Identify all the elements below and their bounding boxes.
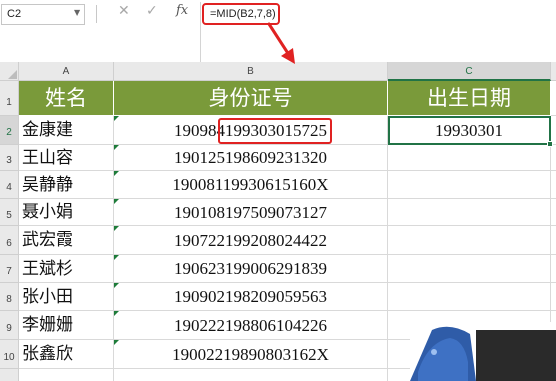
fill-handle[interactable] bbox=[547, 141, 553, 147]
cell-name[interactable]: 王斌杉 bbox=[19, 255, 114, 283]
error-indicator bbox=[114, 145, 119, 150]
cell-id[interactable]: 190722199208024422 bbox=[114, 226, 388, 255]
cell-birth[interactable] bbox=[388, 145, 551, 171]
cell-id-text: 190108197509073127 bbox=[174, 203, 327, 222]
cell-id[interactable]: 190125198609231320 bbox=[114, 145, 388, 171]
column-header-d[interactable] bbox=[551, 62, 556, 81]
row-header-4[interactable]: 4 bbox=[0, 171, 19, 199]
cell-id[interactable]: 19008119930615160X bbox=[114, 171, 388, 199]
function-icon[interactable]: fx bbox=[176, 3, 188, 18]
row-header-11[interactable] bbox=[0, 369, 19, 381]
row-header-9[interactable]: 9 bbox=[0, 311, 19, 340]
cell-id[interactable]: 190222198806104226 bbox=[114, 311, 388, 340]
highlight-box bbox=[218, 118, 332, 144]
row-header-1[interactable]: 1 bbox=[0, 81, 19, 116]
error-indicator bbox=[114, 255, 119, 260]
header-cell-id[interactable]: 身份证号 bbox=[114, 81, 388, 116]
header-cell-name[interactable]: 姓名 bbox=[19, 81, 114, 116]
cell-d1[interactable] bbox=[551, 81, 556, 116]
enter-icon[interactable]: ✓ bbox=[146, 3, 158, 19]
cell-birth[interactable] bbox=[388, 226, 551, 255]
cell-id-text: 19002219890803162X bbox=[172, 345, 329, 364]
cell-id[interactable]: 19002219890803162X bbox=[114, 340, 388, 369]
cell-a11[interactable] bbox=[19, 369, 114, 381]
arrow-icon bbox=[267, 22, 295, 64]
active-cell-border bbox=[388, 116, 551, 145]
cell-d6[interactable] bbox=[551, 226, 556, 255]
cell-name[interactable]: 张鑫欣 bbox=[19, 340, 114, 369]
row-header-3[interactable]: 3 bbox=[0, 145, 19, 171]
error-indicator bbox=[114, 116, 119, 121]
select-all-triangle bbox=[8, 70, 17, 79]
cell-birth[interactable] bbox=[388, 255, 551, 283]
row-header-2[interactable]: 2 bbox=[0, 116, 19, 145]
cell-id[interactable]: 190108197509073127 bbox=[114, 199, 388, 226]
header-cell-birth[interactable]: 出生日期 bbox=[388, 81, 551, 116]
column-header-c[interactable]: C bbox=[388, 62, 551, 81]
toolbar-divider bbox=[96, 5, 97, 23]
cell-birth[interactable] bbox=[388, 199, 551, 226]
cell-id-text: 190623199006291839 bbox=[174, 259, 327, 278]
cell-id[interactable]: 190902198209059563 bbox=[114, 283, 388, 311]
row-header-7[interactable]: 7 bbox=[0, 255, 19, 283]
row-header-5[interactable]: 5 bbox=[0, 199, 19, 226]
chevron-down-icon[interactable]: ▼ bbox=[74, 8, 80, 17]
error-indicator bbox=[114, 340, 119, 345]
name-box[interactable]: C2 bbox=[1, 4, 85, 25]
cell-d5[interactable] bbox=[551, 199, 556, 226]
row-header-8[interactable]: 8 bbox=[0, 283, 19, 311]
cell-id-text: 190722199208024422 bbox=[174, 231, 327, 250]
column-header-b[interactable]: B bbox=[114, 62, 388, 81]
error-indicator bbox=[114, 226, 119, 231]
cell-name[interactable]: 李姗姗 bbox=[19, 311, 114, 340]
cell-b11[interactable] bbox=[114, 369, 388, 381]
row-header-10[interactable]: 10 bbox=[0, 340, 19, 369]
row-header-6[interactable]: 6 bbox=[0, 226, 19, 255]
error-indicator bbox=[114, 171, 119, 176]
cell-d3[interactable] bbox=[551, 145, 556, 171]
cell-id-text: 19008119930615160X bbox=[172, 175, 329, 194]
cell-d7[interactable] bbox=[551, 255, 556, 283]
cell-name[interactable]: 金康建 bbox=[19, 116, 114, 145]
cell-name[interactable]: 吴静静 bbox=[19, 171, 114, 199]
cell-id[interactable]: 190623199006291839 bbox=[114, 255, 388, 283]
cell-birth[interactable] bbox=[388, 171, 551, 199]
error-indicator bbox=[114, 199, 119, 204]
cell-name[interactable]: 武宏霞 bbox=[19, 226, 114, 255]
cancel-icon[interactable]: ✕ bbox=[118, 3, 130, 19]
cell-birth[interactable] bbox=[388, 283, 551, 311]
watermark-logo bbox=[410, 322, 556, 381]
cell-id-text: 190902198209059563 bbox=[174, 287, 327, 306]
cell-id-text: 190222198806104226 bbox=[174, 316, 327, 335]
cell-d4[interactable] bbox=[551, 171, 556, 199]
column-header-a[interactable]: A bbox=[19, 62, 114, 81]
error-indicator bbox=[114, 311, 119, 316]
cell-name[interactable]: 王山容 bbox=[19, 145, 114, 171]
cell-name[interactable]: 张小田 bbox=[19, 283, 114, 311]
cell-d8[interactable] bbox=[551, 283, 556, 311]
cell-id-text: 190125198609231320 bbox=[174, 148, 327, 167]
cell-name[interactable]: 聂小娟 bbox=[19, 199, 114, 226]
error-indicator bbox=[114, 283, 119, 288]
